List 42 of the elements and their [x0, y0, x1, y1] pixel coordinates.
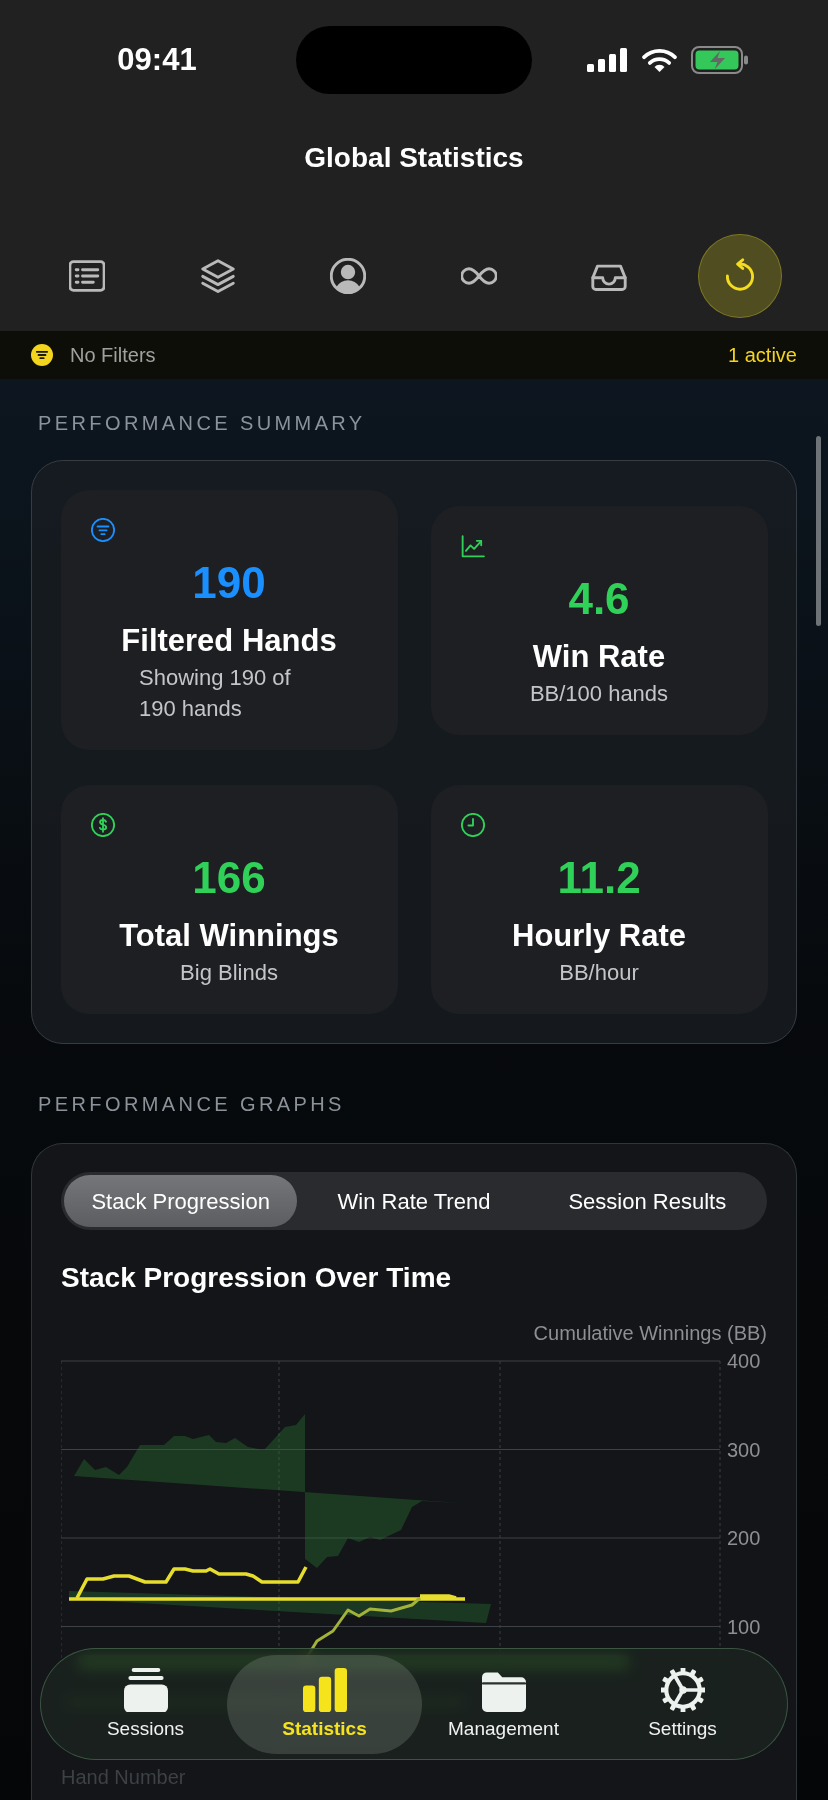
stat-caption: BB/hour — [559, 959, 639, 987]
filter-label: No Filters — [70, 343, 156, 367]
stat-value: 11.2 — [556, 852, 642, 904]
section-heading: PERFORMANCE SUMMARY — [38, 411, 367, 435]
stat-caption: Showing 190 of 190 hands — [139, 664, 292, 723]
profile-icon — [330, 258, 367, 294]
filter-icon — [31, 344, 53, 366]
dollar-icon — [90, 813, 115, 837]
section-heading: PERFORMANCE GRAPHS — [38, 1092, 346, 1116]
stat-label: Filtered Hands — [120, 622, 338, 660]
battery-icon — [691, 46, 749, 74]
settings-icon — [660, 1668, 705, 1712]
chart-icon — [460, 533, 485, 558]
stat-label: Total Winnings — [118, 917, 340, 955]
list-icon — [69, 258, 105, 294]
stat-value: 166 — [191, 852, 267, 904]
bar-chart-icon — [302, 1668, 347, 1712]
y-tick-label: 400 — [727, 1350, 761, 1372]
segment-tab[interactable]: Win Rate Trend — [297, 1175, 531, 1227]
filter-icon — [90, 518, 115, 542]
wifi-icon — [642, 47, 677, 73]
segment-tab[interactable]: Session Results — [530, 1175, 764, 1227]
stat-value: 190 — [191, 557, 267, 609]
stat-value: 4.6 — [567, 572, 631, 625]
stat-caption: Big Blinds — [180, 959, 278, 987]
segment-tab[interactable]: Stack Progression — [64, 1175, 298, 1227]
stat-label: Win Rate — [531, 637, 667, 676]
page-title: Global Statistics — [303, 141, 525, 175]
signal-icon — [587, 48, 628, 72]
cards-icon — [123, 1668, 168, 1712]
active-filter-count: 1 active — [728, 343, 797, 367]
status-time: 09:41 — [117, 42, 197, 78]
chart-title: Stack Progression Over Time — [61, 1261, 453, 1295]
stat-label: Hourly Rate — [511, 917, 687, 955]
y-tick-label: 300 — [727, 1438, 761, 1461]
layers-icon — [199, 258, 236, 294]
stat-caption: BB/100 hands — [529, 679, 669, 708]
y-axis-title: Cumulative Winnings (BB) — [532, 1321, 767, 1345]
y-tick-label: 100 — [727, 1615, 761, 1638]
tab-bar-item[interactable]: Statistics — [227, 1654, 422, 1754]
clock-icon — [460, 813, 485, 837]
y-tick-label: 200 — [727, 1527, 761, 1549]
